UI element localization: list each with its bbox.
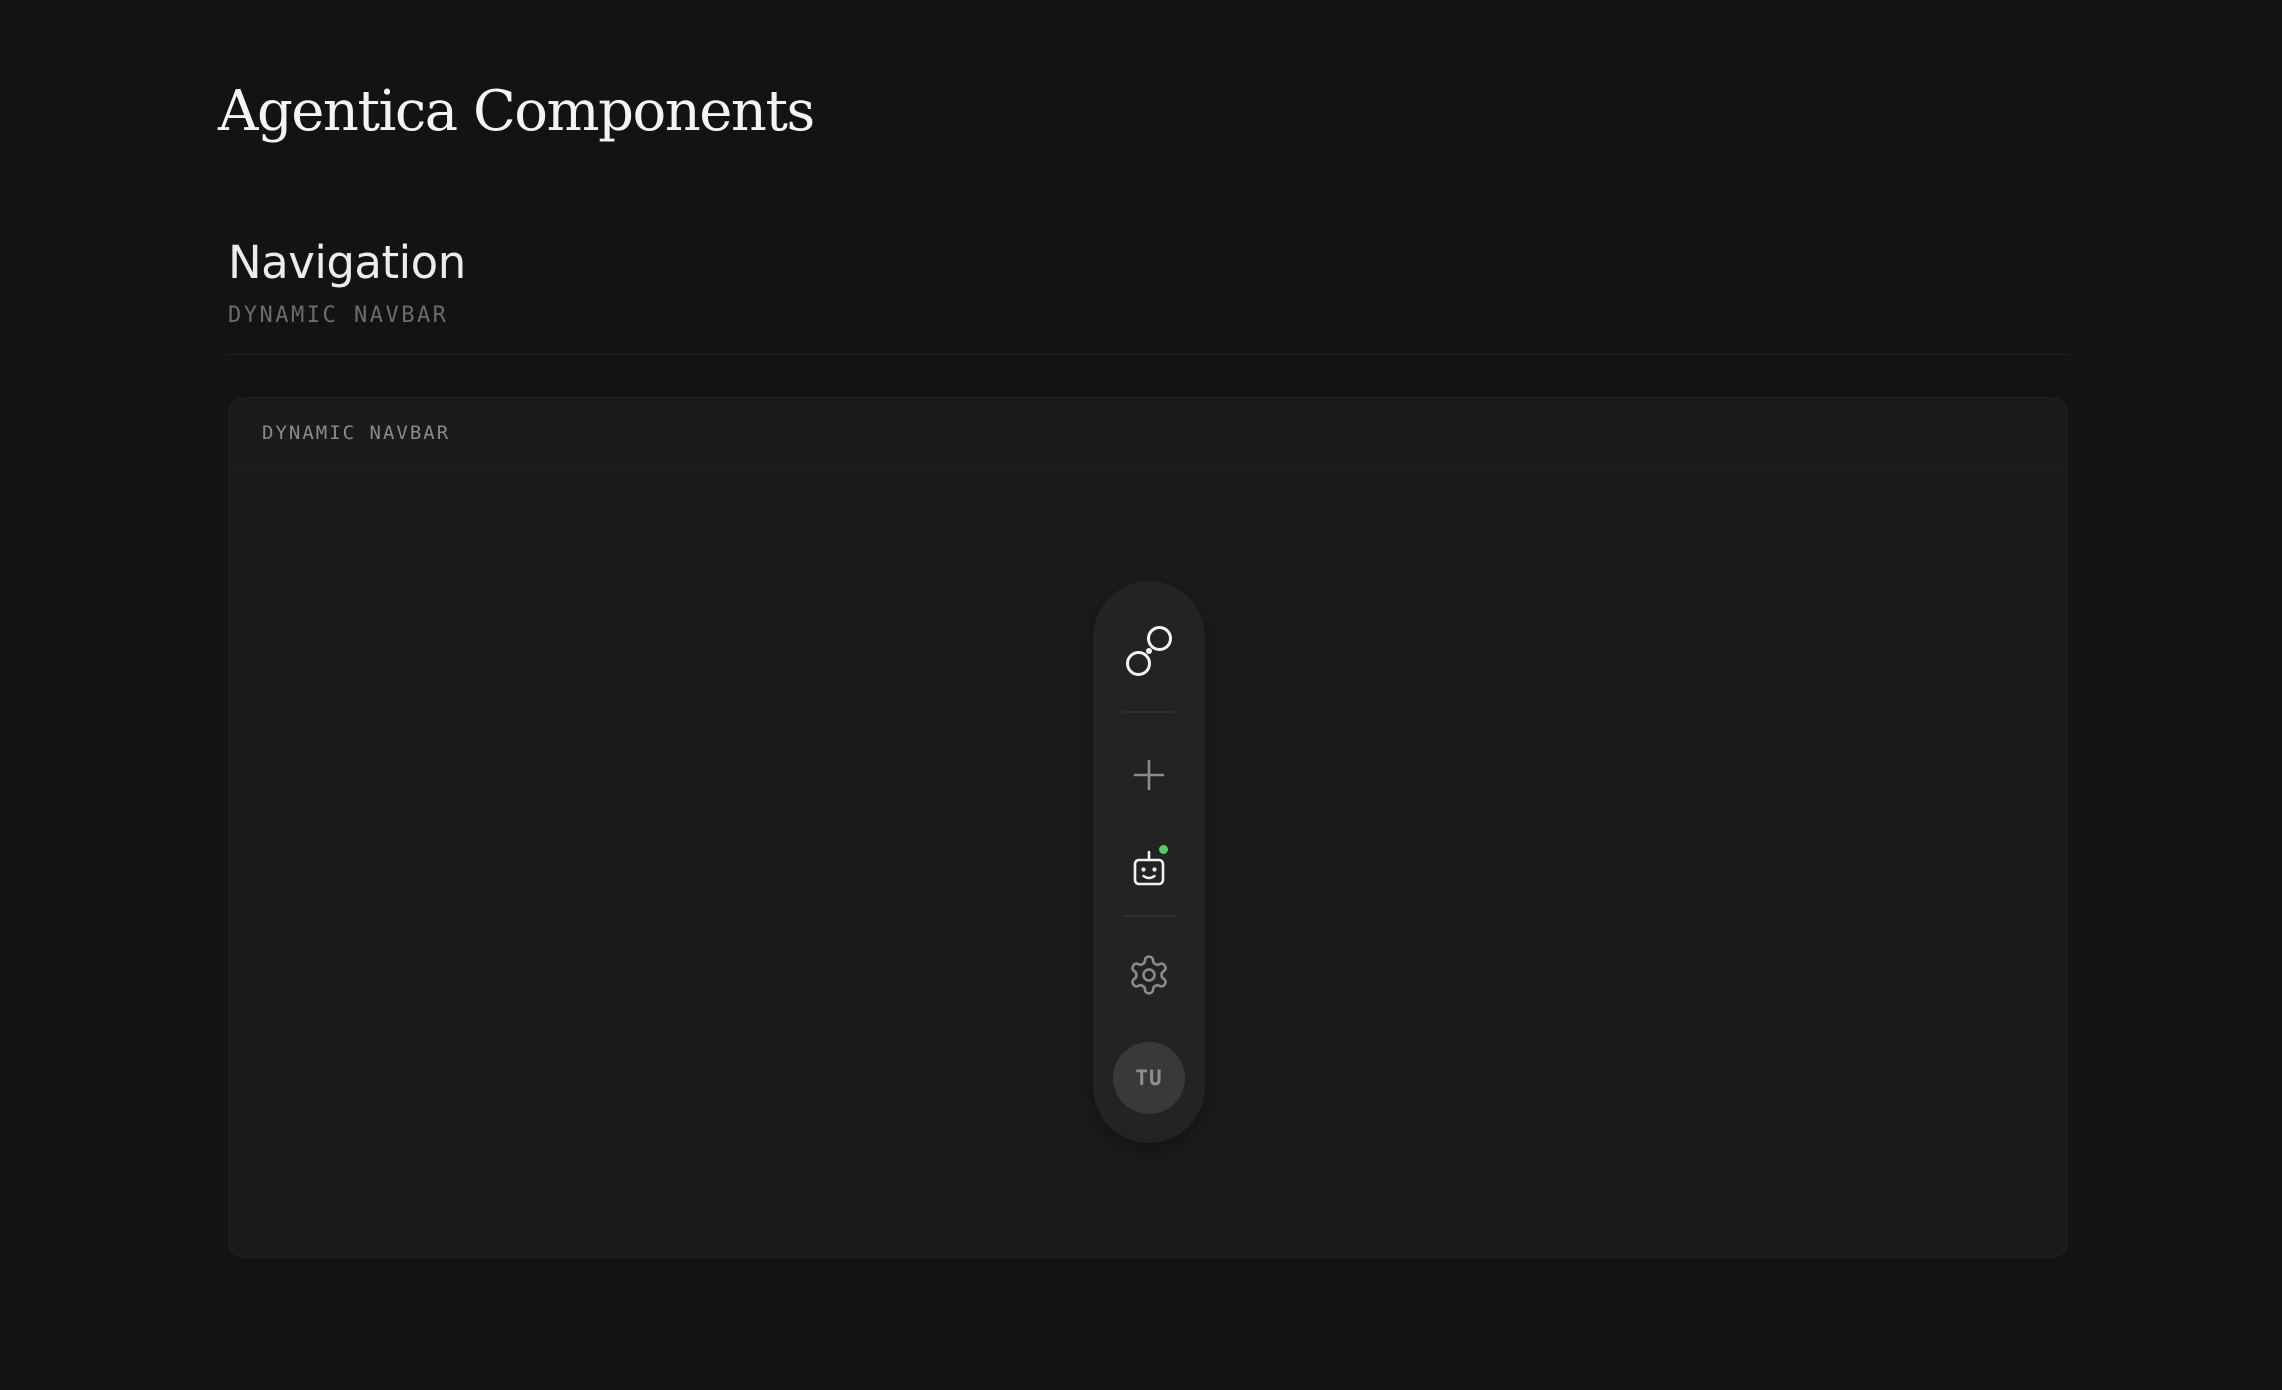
navbar-divider: [1123, 915, 1175, 917]
dynamic-navbar: TU: [1093, 581, 1205, 1143]
page-title: Agentica Components: [218, 79, 815, 144]
plus-icon: [1132, 758, 1166, 792]
demo-card: DYNAMIC NAVBAR TU: [228, 397, 2068, 1258]
link-logo-icon: [1121, 623, 1177, 679]
new-item-button[interactable]: [1093, 743, 1205, 807]
logo-button[interactable]: [1093, 621, 1205, 681]
gear-icon: [1127, 953, 1171, 997]
section-subtitle: DYNAMIC NAVBAR: [228, 303, 449, 328]
navbar-divider: [1123, 711, 1175, 713]
section-title: Navigation: [228, 236, 466, 289]
online-status-dot: [1159, 845, 1168, 854]
robot-icon: [1129, 849, 1169, 889]
settings-button[interactable]: [1093, 943, 1205, 1007]
section-divider: [228, 354, 2068, 355]
agent-button[interactable]: [1093, 837, 1205, 901]
demo-card-label: DYNAMIC NAVBAR: [262, 422, 451, 444]
demo-card-header: DYNAMIC NAVBAR: [229, 398, 2067, 468]
avatar-initials: TU: [1135, 1066, 1163, 1090]
avatar[interactable]: TU: [1113, 1042, 1185, 1114]
